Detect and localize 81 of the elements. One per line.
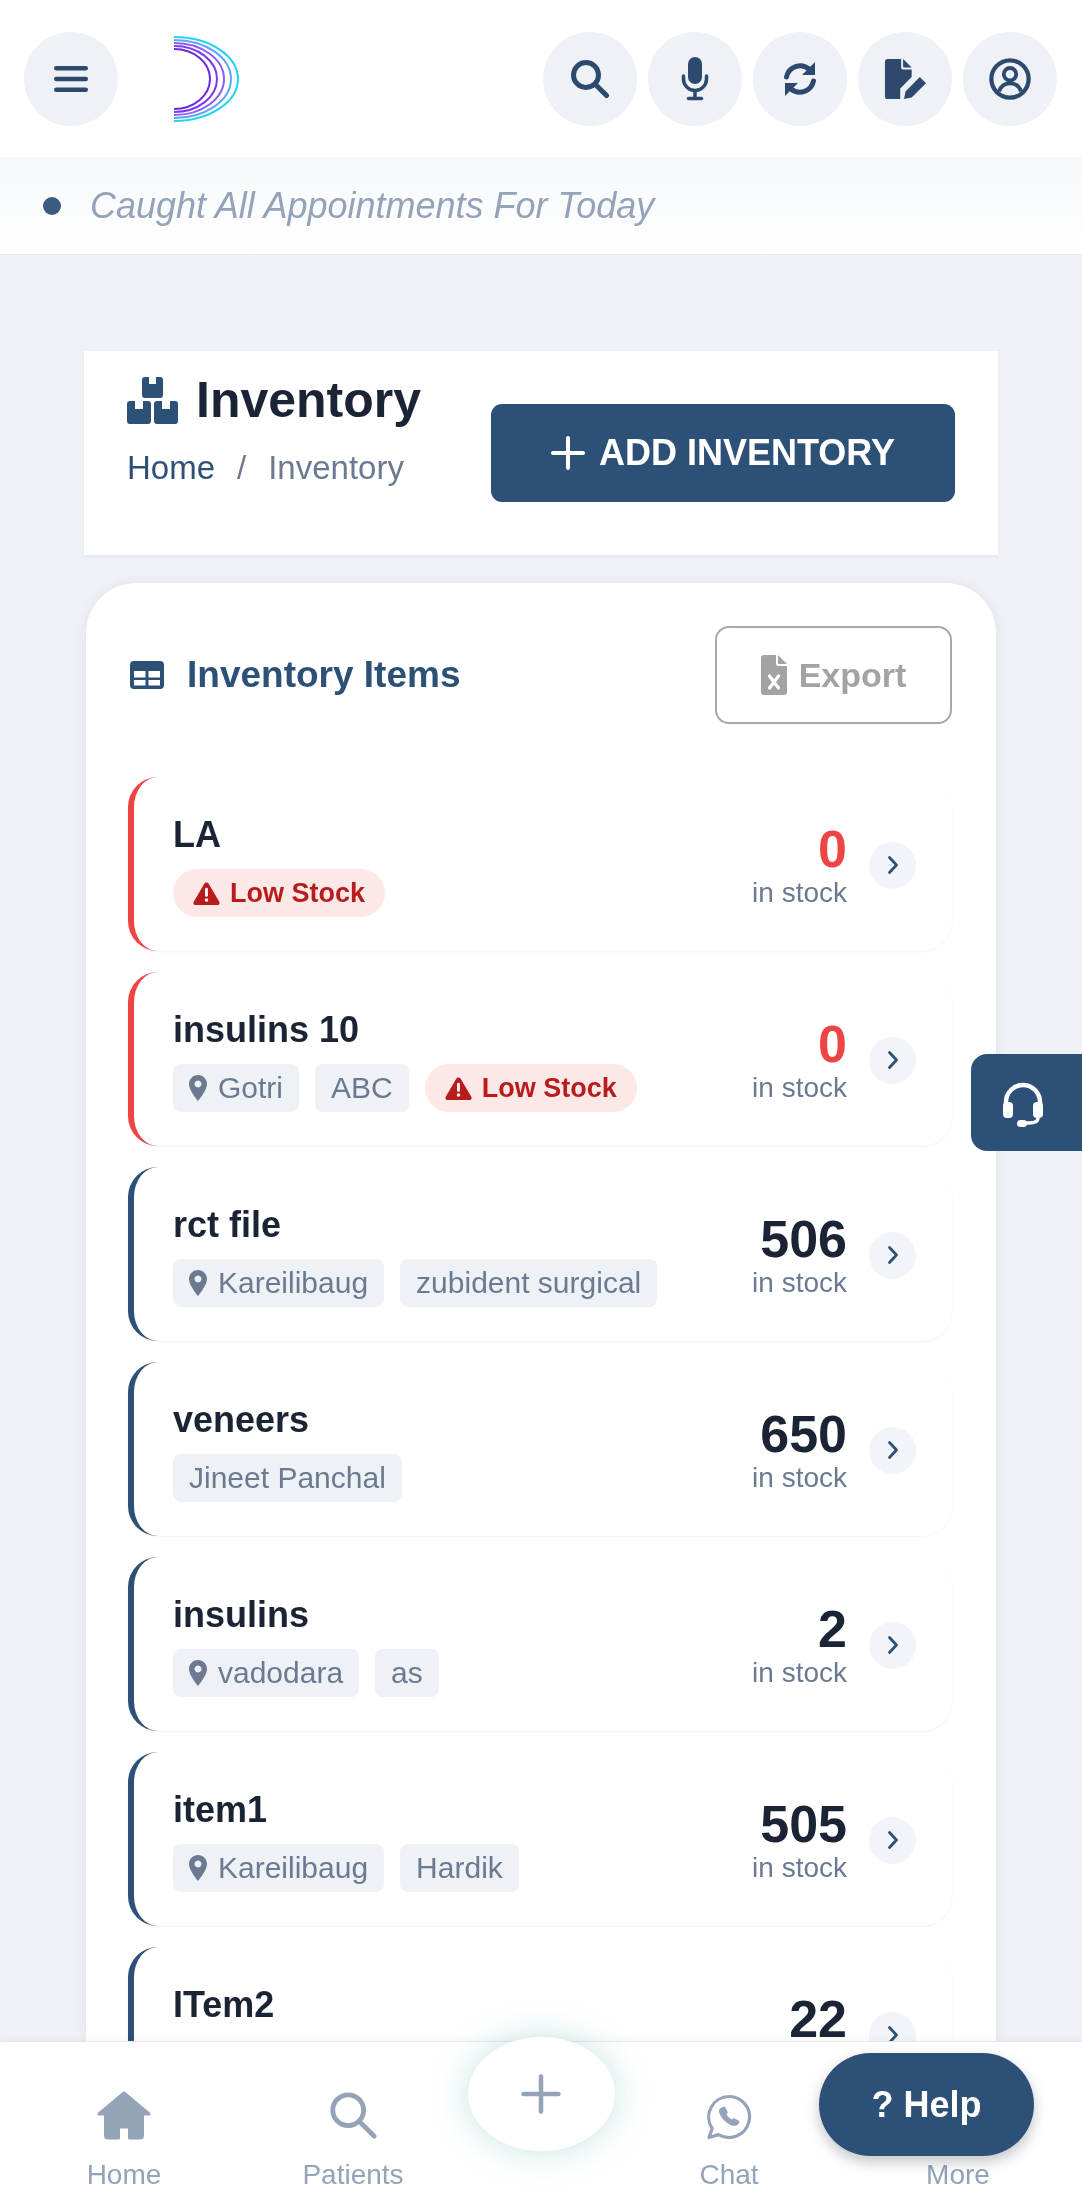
item-name: item1 bbox=[173, 1788, 268, 1832]
user-circle-icon bbox=[988, 57, 1032, 100]
chevron-right-icon bbox=[886, 1635, 899, 1655]
location-pin-icon bbox=[189, 1855, 207, 1881]
spreadsheet-file-icon bbox=[760, 655, 787, 695]
chevron-right-icon bbox=[886, 1830, 899, 1850]
plus-icon bbox=[521, 2074, 561, 2114]
section-title: Inventory Items bbox=[187, 654, 461, 696]
boxes-icon bbox=[127, 376, 178, 424]
stock-label: in stock bbox=[752, 1462, 847, 1494]
details-button[interactable] bbox=[869, 1621, 916, 1669]
stock-count: 0 bbox=[818, 1016, 847, 1072]
item-card[interactable]: ITem2 22 bbox=[128, 1947, 952, 2041]
details-button[interactable] bbox=[869, 841, 916, 889]
stock-label: in stock bbox=[752, 1072, 847, 1104]
chevron-right-icon bbox=[886, 1050, 899, 1070]
home-icon bbox=[96, 2090, 152, 2140]
location-pin-icon bbox=[189, 1270, 207, 1296]
logo-icon bbox=[172, 34, 240, 123]
stock-label: in stock bbox=[752, 877, 847, 909]
stock-count: 0 bbox=[818, 821, 847, 877]
item-name: insulins bbox=[173, 1593, 310, 1637]
location-text: vadodara bbox=[218, 1656, 344, 1690]
details-button[interactable] bbox=[869, 1036, 916, 1084]
item-name: veneers bbox=[173, 1398, 310, 1442]
stock-count: 2 bbox=[818, 1601, 847, 1657]
chevron-right-icon bbox=[886, 2025, 899, 2041]
item-name: rct file bbox=[173, 1203, 282, 1247]
item-card[interactable]: insulins 10 Gotri ABC Low Stock 0 in stock bbox=[128, 972, 952, 1146]
location-pin-icon bbox=[189, 1660, 207, 1686]
item-name: ITem2 bbox=[173, 1983, 275, 2027]
add-inventory-button[interactable]: ADD INVENTORY bbox=[491, 404, 955, 502]
chevron-right-icon bbox=[886, 855, 899, 875]
item-card[interactable]: item1 Kareilibaug Hardik 505 in stock bbox=[128, 1752, 952, 1926]
microphone-icon bbox=[681, 56, 709, 101]
location-text: Kareilibaug bbox=[218, 1851, 369, 1885]
item-tag: ABC bbox=[315, 1064, 409, 1112]
document-pencil-icon bbox=[883, 57, 927, 100]
item-name: LA bbox=[173, 813, 221, 857]
item-card[interactable]: veneers Jineet Panchal 650 in stock bbox=[128, 1362, 952, 1536]
plus-icon bbox=[550, 436, 585, 470]
breadcrumb-separator: / bbox=[237, 448, 247, 488]
item-card[interactable]: rct file Kareilibaug zubident surgical 506 in stock bbox=[128, 1167, 952, 1341]
badge-text: Low Stock bbox=[230, 877, 365, 909]
location-pin-icon bbox=[189, 1075, 207, 1101]
stock-label: in stock bbox=[752, 1267, 847, 1299]
warning-icon bbox=[193, 881, 220, 905]
bullet-icon bbox=[43, 196, 61, 215]
chevron-right-icon bbox=[886, 1245, 899, 1265]
breadcrumb-current: Inventory bbox=[268, 448, 404, 488]
item-tag: Jineet Panchal bbox=[173, 1454, 402, 1502]
item-tag: as bbox=[375, 1649, 439, 1697]
item-card[interactable]: insulins vadodara as 2 in stock bbox=[128, 1557, 952, 1731]
notice-text: Caught All Appointments For Today bbox=[90, 184, 655, 227]
support-tab[interactable] bbox=[971, 1054, 1082, 1151]
location-text: Kareilibaug bbox=[218, 1266, 369, 1300]
stock-count: 22 bbox=[789, 1991, 847, 2041]
stock-label: in stock bbox=[752, 1852, 847, 1884]
page-title: Inventory bbox=[196, 372, 422, 428]
item-tag: zubident surgical bbox=[400, 1259, 658, 1307]
item-name: insulins 10 bbox=[173, 1008, 360, 1052]
stock-count: 650 bbox=[760, 1406, 847, 1462]
badge-text: Low Stock bbox=[481, 1072, 617, 1104]
details-button[interactable] bbox=[869, 1816, 916, 1864]
details-button[interactable] bbox=[869, 1231, 916, 1279]
stock-label: in stock bbox=[752, 1657, 847, 1689]
warning-icon bbox=[444, 1076, 472, 1100]
breadcrumb-link[interactable]: Home bbox=[127, 448, 216, 488]
search-icon bbox=[570, 58, 610, 99]
search-icon bbox=[328, 2090, 378, 2140]
chat-bubble-phone-icon bbox=[706, 2094, 752, 2140]
chevron-right-icon bbox=[886, 1440, 899, 1460]
location-text: Gotri bbox=[218, 1071, 283, 1105]
menu-icon bbox=[54, 65, 88, 92]
stock-count: 506 bbox=[760, 1211, 847, 1267]
table-icon bbox=[130, 661, 164, 689]
help-button[interactable]: ? Help bbox=[819, 2053, 1034, 2156]
item-tag: Hardik bbox=[400, 1844, 519, 1892]
item-card[interactable]: LA Low Stock 0 in stock bbox=[128, 777, 952, 951]
details-button[interactable] bbox=[869, 1426, 916, 1474]
stock-count: 505 bbox=[760, 1796, 847, 1852]
